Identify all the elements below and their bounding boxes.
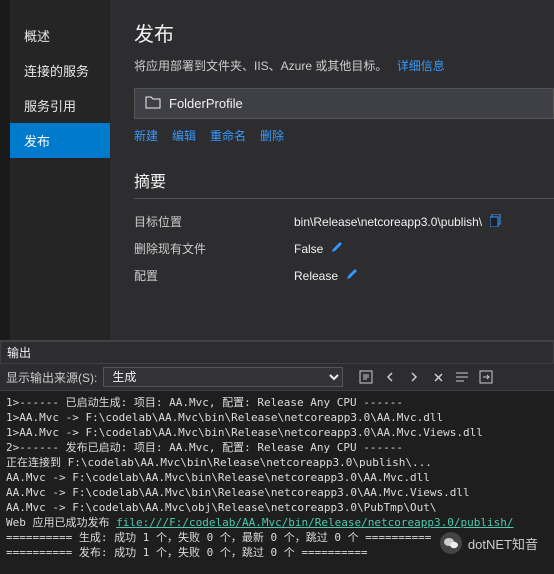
- edit-profile-link[interactable]: 编辑: [172, 127, 196, 144]
- transfer-icon[interactable]: [477, 368, 495, 386]
- publish-description: 将应用部署到文件夹、IIS、Azure 或其他目标。 详细信息: [134, 57, 554, 74]
- summary-value-delete: False: [294, 242, 323, 256]
- new-profile-link[interactable]: 新建: [134, 127, 158, 144]
- find-message-icon[interactable]: [357, 368, 375, 386]
- sidebar-item-service-refs[interactable]: 服务引用: [10, 88, 110, 123]
- sidebar: 概述 连接的服务 服务引用 发布: [0, 0, 110, 340]
- output-line: 正在连接到 F:\codelab\AA.Mvc\bin\Release\netc…: [6, 456, 432, 469]
- summary-title: 摘要: [134, 168, 554, 192]
- pencil-icon[interactable]: [331, 241, 343, 256]
- publish-success-link[interactable]: file:///F:/codelab/AA.Mvc/bin/Release/ne…: [116, 516, 513, 529]
- output-line: AA.Mvc -> F:\codelab\AA.Mvc\bin\Release\…: [6, 486, 470, 499]
- copy-icon[interactable]: [490, 214, 502, 230]
- output-line: AA.Mvc -> F:\codelab\AA.Mvc\bin\Release\…: [6, 471, 430, 484]
- summary-value-config: Release: [294, 269, 338, 283]
- summary-value-target: bin\Release\netcoreapp3.0\publish\: [294, 215, 482, 229]
- summary-label: 删除现有文件: [134, 240, 294, 257]
- profile-actions: 新建 编辑 重命名 删除: [134, 127, 554, 144]
- output-footer-publish: ========== 发布: 成功 1 个，失败 0 个，跳过 0 个 ====…: [6, 546, 368, 559]
- output-line: 1>AA.Mvc -> F:\codelab\AA.Mvc\bin\Releas…: [6, 426, 483, 439]
- summary-row-config: 配置 Release: [134, 267, 554, 284]
- pencil-icon[interactable]: [346, 268, 358, 283]
- sidebar-item-overview[interactable]: 概述: [10, 18, 110, 53]
- output-footer-build: ========== 生成: 成功 1 个，失败 0 个，最新 0 个，跳过 0…: [6, 531, 431, 544]
- next-icon[interactable]: [405, 368, 423, 386]
- profile-name: FolderProfile: [169, 96, 243, 111]
- output-panel-title[interactable]: 输出: [0, 341, 554, 364]
- wechat-icon: [440, 532, 462, 554]
- output-toolbar: 显示输出来源(S): 生成: [0, 364, 554, 391]
- output-line: 1>AA.Mvc -> F:\codelab\AA.Mvc\bin\Releas…: [6, 411, 443, 424]
- more-info-link[interactable]: 详细信息: [397, 59, 445, 73]
- watermark: dotNET知音: [434, 530, 544, 556]
- sidebar-item-connected-services[interactable]: 连接的服务: [10, 53, 110, 88]
- summary-row-target: 目标位置 bin\Release\netcoreapp3.0\publish\: [134, 213, 554, 230]
- output-source-label: 显示输出来源(S):: [6, 369, 97, 386]
- output-line: AA.Mvc -> F:\codelab\AA.Mvc\obj\Release\…: [6, 501, 436, 514]
- output-source-select[interactable]: 生成: [103, 367, 343, 387]
- summary-label: 目标位置: [134, 213, 294, 230]
- sidebar-item-publish[interactable]: 发布: [10, 123, 110, 158]
- publish-title: 发布: [134, 18, 554, 47]
- summary-divider: [134, 198, 554, 199]
- output-line: 1>------ 已启动生成: 项目: AA.Mvc, 配置: Release …: [6, 396, 403, 409]
- prev-icon[interactable]: [381, 368, 399, 386]
- clear-icon[interactable]: [429, 368, 447, 386]
- summary-label: 配置: [134, 267, 294, 284]
- folder-icon: [145, 95, 161, 112]
- output-line: 2>------ 发布已启动: 项目: AA.Mvc, 配置: Release …: [6, 441, 403, 454]
- publish-desc-text: 将应用部署到文件夹、IIS、Azure 或其他目标。: [134, 59, 387, 73]
- summary-row-delete-existing: 删除现有文件 False: [134, 240, 554, 257]
- delete-profile-link[interactable]: 删除: [260, 127, 284, 144]
- output-line: Web 应用已成功发布: [6, 516, 116, 529]
- wrap-icon[interactable]: [453, 368, 471, 386]
- publish-pane: 发布 将应用部署到文件夹、IIS、Azure 或其他目标。 详细信息 Folde…: [110, 0, 554, 340]
- rename-profile-link[interactable]: 重命名: [210, 127, 246, 144]
- watermark-text: dotNET知音: [468, 534, 538, 553]
- profile-selector[interactable]: FolderProfile: [134, 88, 554, 119]
